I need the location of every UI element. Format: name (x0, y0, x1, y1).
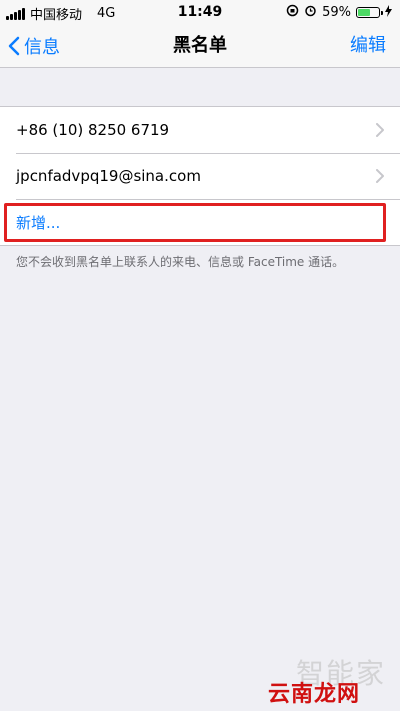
chevron-right-icon (376, 123, 384, 137)
blocked-contact-row[interactable]: +86 (10) 8250 6719 (0, 107, 400, 153)
navigation-bar: 信息 黑名单 编辑 (0, 24, 400, 68)
blocked-contact-label: jpcnfadvpq19@sina.com (16, 167, 201, 185)
add-new-button[interactable]: 新增... (0, 199, 400, 245)
rotation-lock-icon (286, 4, 299, 21)
highlight-box (4, 203, 386, 242)
watermark-logo: 云南龙网 (267, 682, 360, 707)
edit-button[interactable]: 编辑 (350, 24, 386, 68)
page-title: 黑名单 (173, 35, 227, 56)
chevron-right-icon (376, 169, 384, 183)
blocked-contact-label: +86 (10) 8250 6719 (16, 121, 170, 139)
status-bar: 中国移动 4G 11:49 59% (0, 0, 400, 24)
blocked-footnote: 您不会收到黑名单上联系人的来电、信息或 FaceTime 通话。 (16, 255, 345, 269)
blocked-contact-row[interactable]: jpcnfadvpq19@sina.com (0, 153, 400, 199)
battery-icon (356, 7, 383, 18)
status-right: 59% (286, 4, 392, 21)
blocked-list: +86 (10) 8250 6719 jpcnfadvpq19@sina.com… (0, 106, 400, 246)
add-new-label: 新增... (16, 213, 61, 232)
battery-percent: 59% (322, 5, 351, 20)
charging-icon (385, 4, 392, 21)
alarm-icon (304, 4, 317, 21)
